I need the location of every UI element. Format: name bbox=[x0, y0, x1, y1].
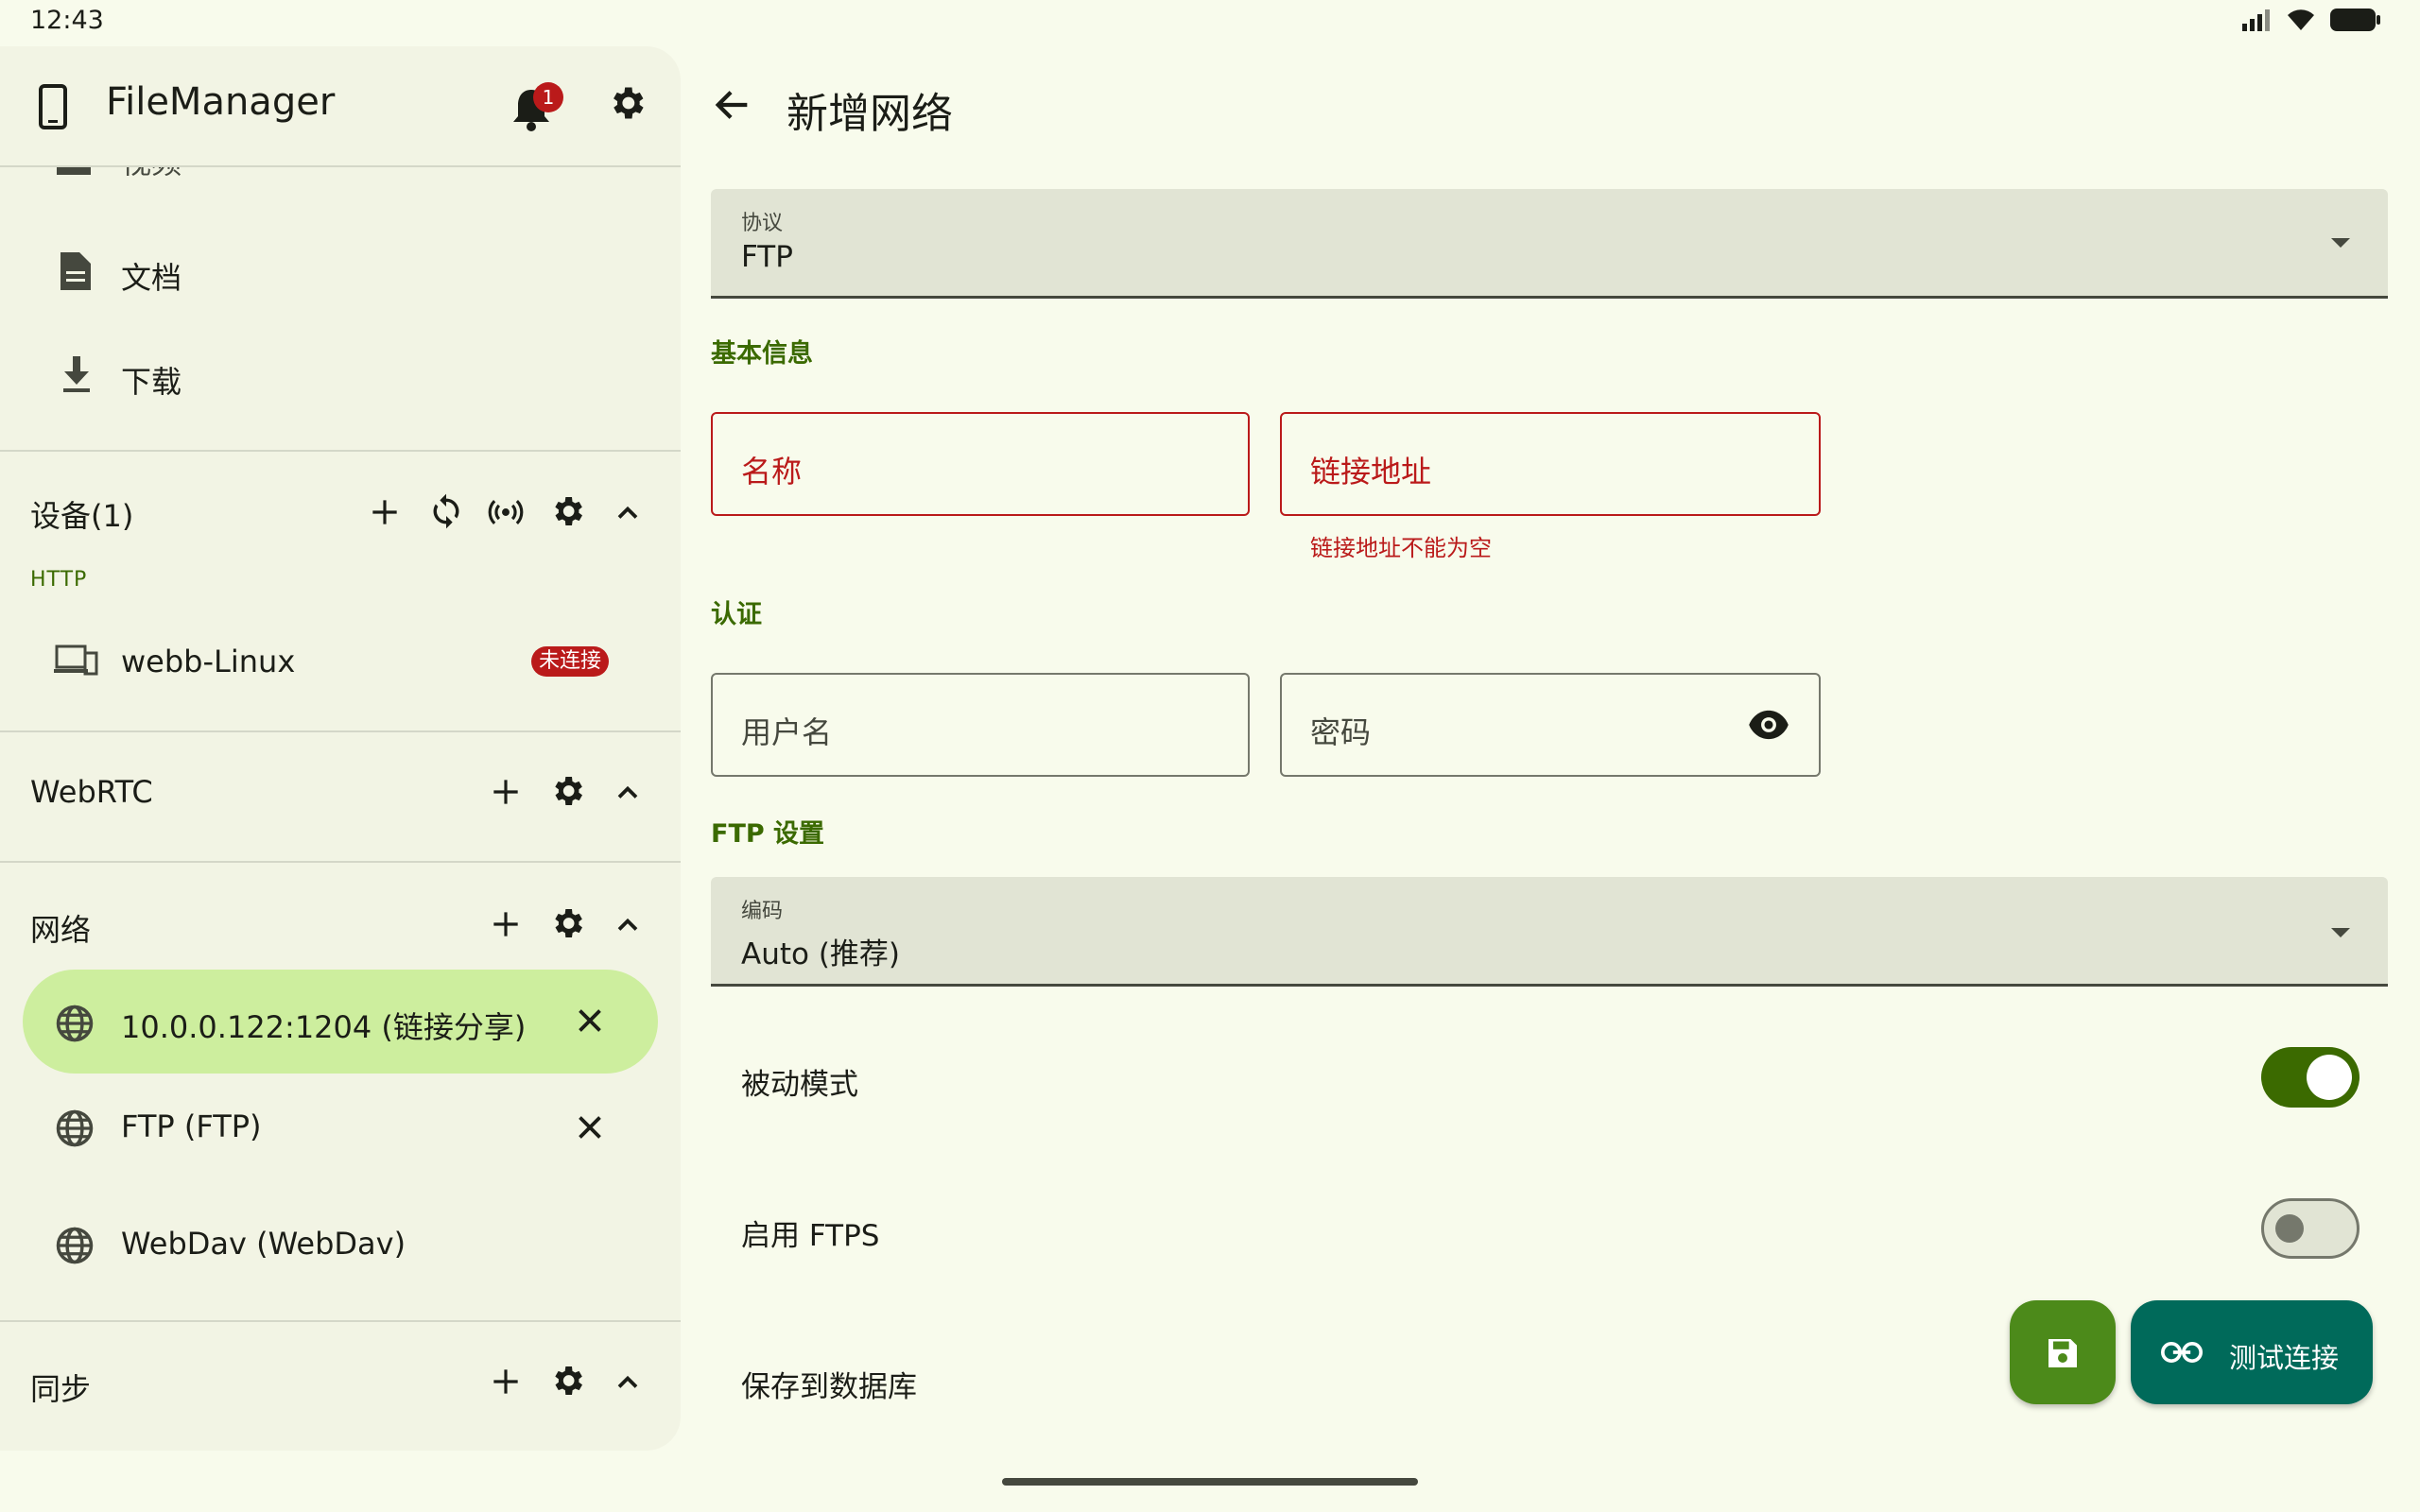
add-icon[interactable] bbox=[488, 906, 524, 942]
basic-info-section-title: 基本信息 bbox=[711, 339, 813, 369]
collapse-chevron-icon[interactable] bbox=[611, 496, 645, 530]
status-time: 12:43 bbox=[30, 6, 104, 35]
sync-header: 同步 bbox=[30, 1371, 92, 1407]
url-input[interactable]: 链接地址 bbox=[1280, 412, 1821, 516]
section-divider bbox=[0, 861, 681, 863]
drawer-item-video-partial[interactable]: 视频 bbox=[0, 167, 681, 224]
battery-icon bbox=[2330, 9, 2380, 31]
passive-mode-switch[interactable] bbox=[2261, 1047, 2360, 1108]
eye-visibility-icon[interactable] bbox=[1747, 709, 1790, 741]
switch-thumb bbox=[2307, 1055, 2352, 1100]
drawer-item-label: 文档 bbox=[121, 260, 182, 296]
add-icon[interactable] bbox=[488, 1364, 524, 1400]
settings-gear-icon[interactable] bbox=[606, 82, 648, 124]
notifications-button[interactable]: 1 bbox=[510, 82, 563, 133]
status-icons bbox=[2240, 8, 2382, 32]
globe-icon bbox=[56, 1227, 94, 1264]
signal-icon bbox=[2242, 9, 2270, 31]
switch-thumb bbox=[2275, 1214, 2304, 1243]
dropdown-arrow-icon bbox=[2331, 238, 2350, 248]
sync-settings-icon[interactable] bbox=[548, 1362, 586, 1400]
phone-icon bbox=[39, 84, 67, 129]
disconnected-badge: 未连接 bbox=[531, 646, 610, 677]
notification-badge: 1 bbox=[533, 82, 563, 112]
password-input[interactable]: 密码 bbox=[1280, 673, 1821, 777]
drawer-item-downloads[interactable]: 下载 bbox=[23, 339, 658, 415]
ftps-label: 启用 FTPS bbox=[741, 1219, 880, 1253]
collapse-chevron-icon[interactable] bbox=[611, 908, 645, 942]
drawer-item-documents[interactable]: 文档 bbox=[23, 235, 658, 311]
link-icon bbox=[2161, 1342, 2203, 1363]
video-icon bbox=[57, 167, 91, 175]
sync-icon[interactable] bbox=[427, 492, 465, 530]
device-label: webb-Linux bbox=[121, 644, 296, 679]
encoding-select[interactable]: 编码 Auto (推荐) bbox=[711, 877, 2388, 987]
globe-icon bbox=[56, 1005, 94, 1042]
drawer-item-label: 下载 bbox=[121, 364, 182, 400]
devices-header: 设备(1) bbox=[30, 498, 134, 534]
auth-section-title: 认证 bbox=[711, 600, 762, 629]
ftps-switch[interactable] bbox=[2261, 1198, 2360, 1259]
save-fab[interactable] bbox=[2010, 1300, 2116, 1404]
webrtc-settings-icon[interactable] bbox=[548, 772, 586, 810]
device-item-webb-linux[interactable]: webb-Linux 未连接 bbox=[23, 625, 658, 700]
computer-device-icon bbox=[54, 644, 98, 676]
network-item-link-share[interactable]: 10.0.0.122:1204 (链接分享) bbox=[23, 970, 658, 1074]
back-arrow-icon[interactable] bbox=[711, 83, 754, 127]
protocol-value: FTP bbox=[741, 240, 793, 274]
section-divider bbox=[0, 450, 681, 452]
app-title: FileManager bbox=[106, 80, 336, 124]
save-to-db-label: 保存到数据库 bbox=[741, 1370, 917, 1404]
add-icon[interactable] bbox=[488, 774, 524, 810]
network-item-webdav[interactable]: WebDav (WebDav) bbox=[23, 1207, 658, 1282]
network-item-label: 10.0.0.122:1204 (链接分享) bbox=[121, 1009, 527, 1045]
network-item-label: WebDav (WebDav) bbox=[121, 1226, 406, 1262]
close-icon[interactable] bbox=[573, 1004, 607, 1038]
section-divider bbox=[0, 730, 681, 732]
devices-settings-icon[interactable] bbox=[548, 492, 586, 530]
document-icon bbox=[60, 252, 91, 290]
page-title: 新增网络 bbox=[786, 90, 953, 138]
url-error-text: 链接地址不能为空 bbox=[1310, 535, 1492, 561]
name-input[interactable]: 名称 bbox=[711, 412, 1250, 516]
username-input[interactable]: 用户名 bbox=[711, 673, 1250, 777]
protocol-select[interactable]: 协议 FTP bbox=[711, 189, 2388, 299]
protocol-label: 协议 bbox=[741, 212, 784, 235]
encoding-label: 编码 bbox=[741, 900, 784, 923]
passive-mode-label: 被动模式 bbox=[741, 1068, 858, 1102]
add-icon[interactable] bbox=[367, 494, 403, 530]
network-header: 网络 bbox=[30, 912, 92, 948]
section-divider bbox=[0, 1320, 681, 1322]
network-item-ftp[interactable]: FTP (FTP) bbox=[23, 1091, 658, 1167]
test-connection-label: 测试连接 bbox=[2229, 1342, 2340, 1374]
broadcast-icon[interactable] bbox=[486, 494, 526, 530]
close-icon[interactable] bbox=[573, 1110, 607, 1144]
encoding-value: Auto (推荐) bbox=[741, 937, 901, 971]
webrtc-header: WebRTC bbox=[30, 774, 153, 810]
globe-icon bbox=[56, 1109, 94, 1147]
ftp-settings-section-title: FTP 设置 bbox=[711, 819, 825, 849]
gesture-nav-bar[interactable] bbox=[1002, 1478, 1418, 1486]
wifi-icon bbox=[2288, 9, 2314, 30]
collapse-chevron-icon[interactable] bbox=[611, 776, 645, 810]
save-floppy-icon bbox=[2048, 1339, 2077, 1367]
navigation-drawer: FileManager 1 视频 文档 下载 设备(1) bbox=[0, 46, 681, 1451]
test-connection-fab[interactable]: 测试连接 bbox=[2131, 1300, 2373, 1404]
download-icon bbox=[63, 356, 90, 392]
devices-subheader: HTTP bbox=[30, 568, 88, 592]
network-settings-icon[interactable] bbox=[548, 904, 586, 942]
collapse-chevron-icon[interactable] bbox=[611, 1366, 645, 1400]
dropdown-arrow-icon bbox=[2331, 928, 2350, 937]
network-item-label: FTP (FTP) bbox=[121, 1108, 262, 1144]
